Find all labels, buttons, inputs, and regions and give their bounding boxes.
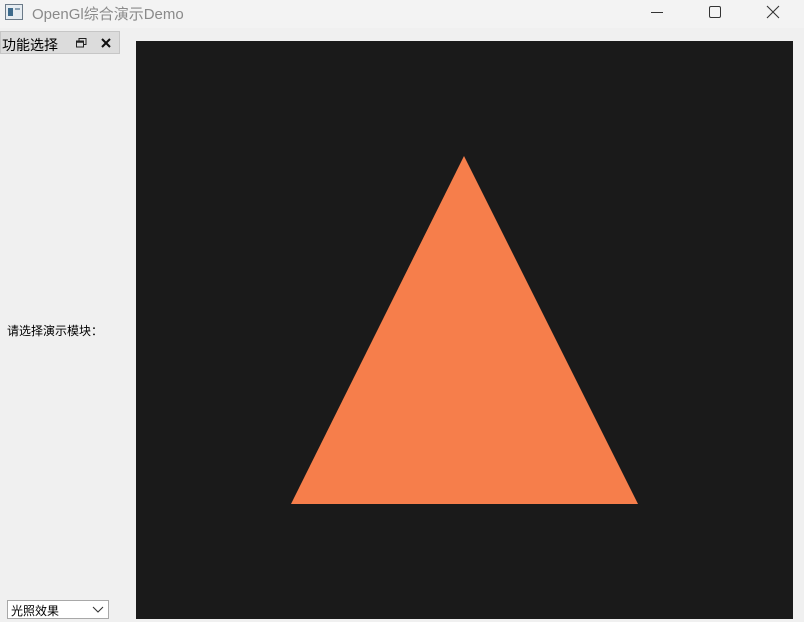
minimize-button[interactable]	[634, 0, 680, 24]
maximize-icon	[709, 6, 721, 18]
dock-title: 功能选择	[2, 38, 58, 54]
module-select[interactable]: 光照效果	[7, 600, 109, 619]
rendered-triangle	[291, 156, 638, 504]
window-title: OpenGl综合演示Demo	[32, 6, 184, 23]
opengl-viewport[interactable]	[136, 41, 793, 619]
dock-close-button[interactable]	[98, 36, 114, 50]
minimize-icon	[651, 12, 663, 13]
opengl-canvas	[291, 156, 638, 504]
module-select-value: 光照效果	[11, 604, 60, 618]
title-bar: OpenGl综合演示Demo	[0, 0, 804, 28]
chevron-down-icon	[92, 606, 104, 613]
dock-float-button[interactable]	[73, 36, 89, 50]
close-icon	[766, 5, 780, 19]
app-window-icon	[5, 4, 23, 20]
close-button[interactable]	[750, 0, 796, 24]
dock-float-icon	[75, 38, 86, 48]
dock-title-bar[interactable]: 功能选择	[0, 31, 120, 54]
maximize-button[interactable]	[692, 0, 738, 24]
module-prompt-label: 请选择演示模块：	[7, 324, 104, 338]
dock-close-icon	[101, 38, 111, 48]
